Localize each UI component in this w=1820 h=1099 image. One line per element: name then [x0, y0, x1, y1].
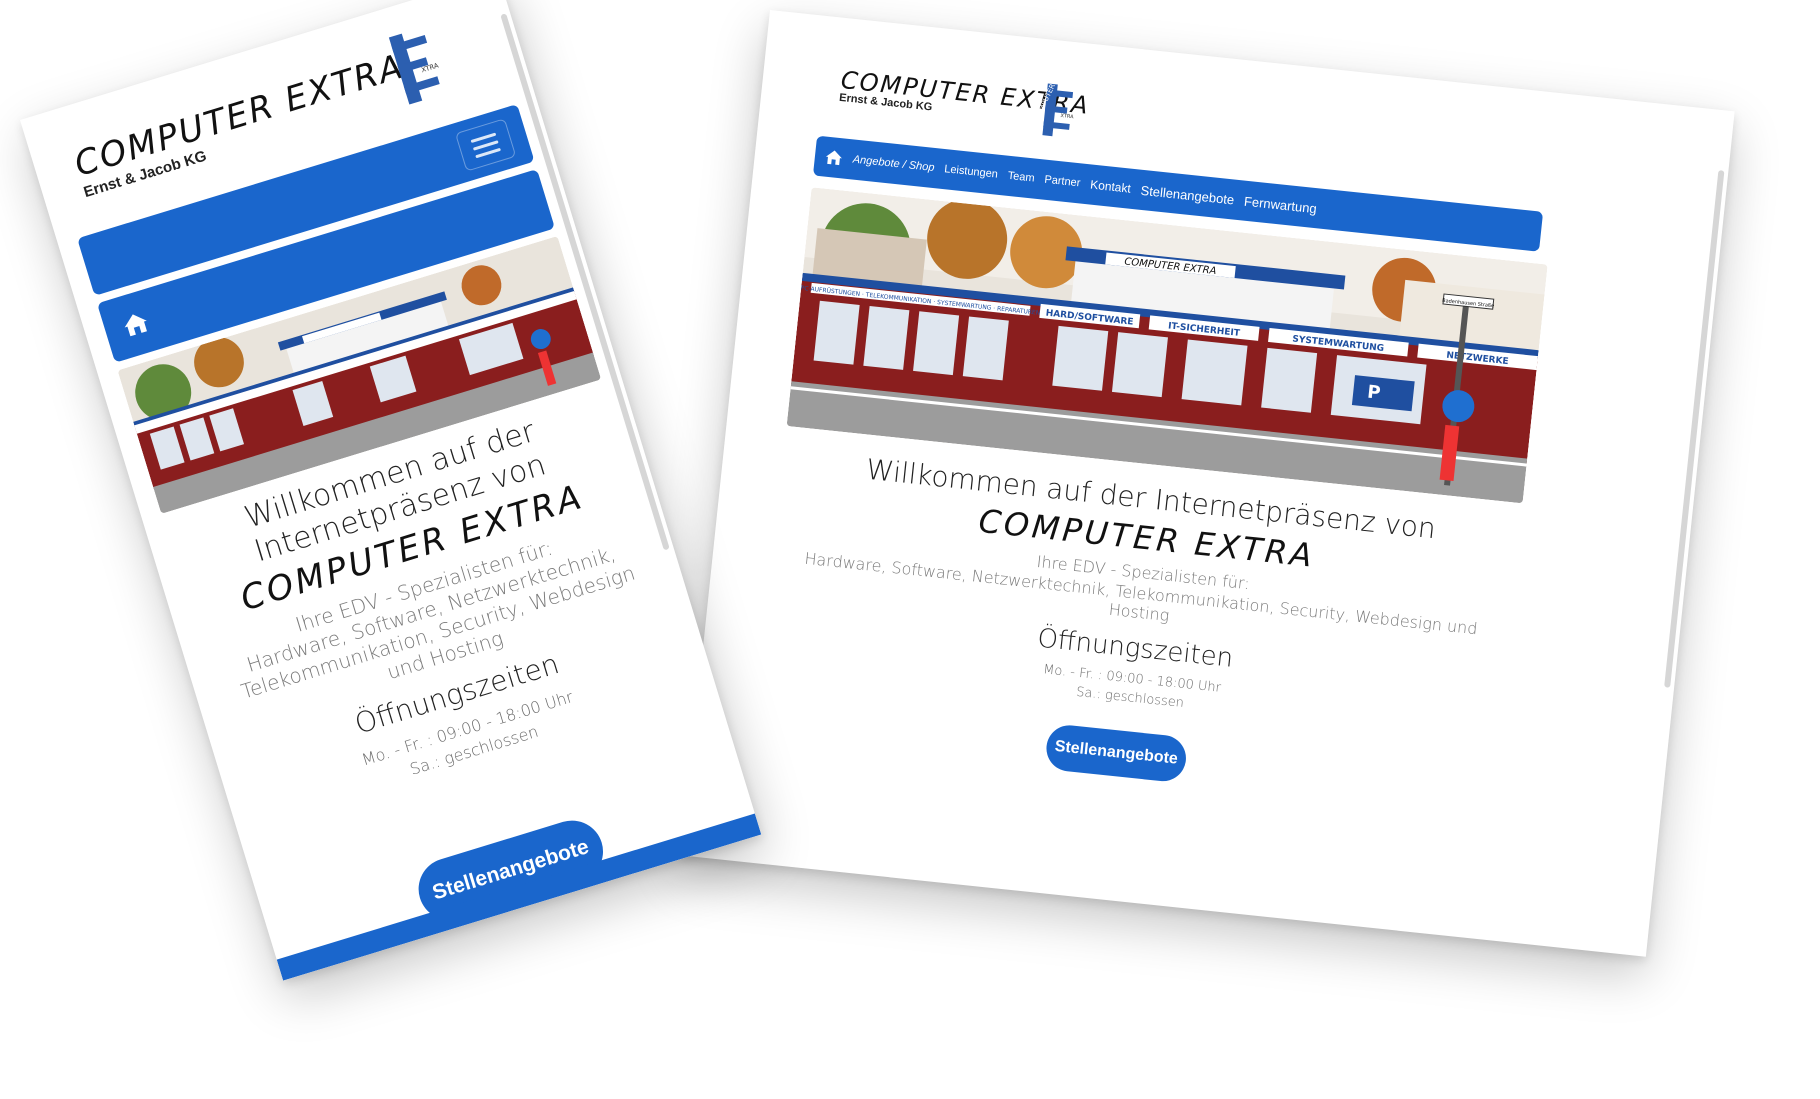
nav-item-team[interactable]: Team [1007, 170, 1035, 185]
nav-item-angebote-shop[interactable]: Angebote / Shop [852, 154, 935, 175]
home-icon[interactable] [824, 149, 844, 167]
home-icon-expanded[interactable] [120, 309, 152, 340]
stellenangebote-button[interactable]: Stellenangebote [1044, 723, 1189, 784]
hamburger-menu-icon[interactable] [454, 118, 517, 172]
nav-item-stellenangebote[interactable]: Stellenangebote [1140, 182, 1235, 207]
svg-text:P: P [1366, 382, 1381, 404]
nav-item-kontakt[interactable]: Kontakt [1090, 177, 1132, 195]
nav-item-partner[interactable]: Partner [1044, 174, 1081, 190]
nav-item-leistungen[interactable]: Leistungen [944, 163, 999, 181]
nav-item-fernwartung[interactable]: Fernwartung [1243, 193, 1317, 216]
mobile-preview: COMPUTER EXTRA Ernst & Jacob KG XTRA Wil… [20, 0, 762, 981]
scrollbar-thumb[interactable] [1664, 170, 1725, 688]
svg-text:XTRA: XTRA [1060, 113, 1074, 120]
screenshot-stage: COMPUTER EXTRA Ernst & Jacob KG COMPUTER… [0, 0, 1820, 1099]
desktop-preview: COMPUTER EXTRA Ernst & Jacob KG COMPUTER… [681, 10, 1735, 957]
logo-mark-icon: COMPUTER XTRA [1033, 82, 1074, 137]
